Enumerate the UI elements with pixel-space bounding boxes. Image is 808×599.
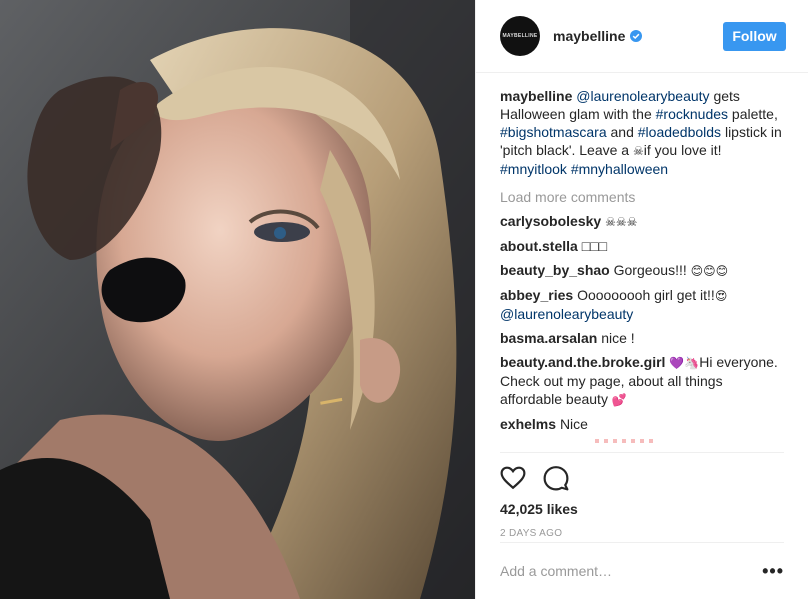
comment-item: beauty.and.the.broke.girl 💜🦄Hi everyone.…	[500, 353, 784, 409]
hashtag-link[interactable]: #bigshotmascara	[500, 124, 607, 140]
post-header: MAYBELLINE maybelline Follow	[476, 0, 808, 73]
comment-icon[interactable]	[543, 465, 569, 491]
comment-item: about.stella □□□	[500, 237, 784, 255]
comment-username[interactable]: about.stella	[500, 238, 578, 254]
username-wrap: maybelline	[553, 28, 723, 44]
caption-text: and	[606, 124, 638, 140]
comment-username[interactable]: exhelms	[500, 416, 556, 432]
caption-text: palette,	[728, 106, 778, 122]
partially-hidden-comment	[595, 439, 655, 443]
comment-item: beauty_by_shao Gorgeous!!! 😊😊😊	[500, 261, 784, 280]
comment-text: Nice	[559, 416, 588, 432]
heart-unicorn-emoji-icon: 💜🦄	[669, 356, 700, 370]
post-timestamp[interactable]: 2 DAYS AGO	[500, 528, 784, 539]
hearts-emoji-icon: 💕	[611, 393, 627, 407]
comments-section: maybelline @laurenolearybeauty gets Hall…	[476, 73, 808, 453]
avatar-logo-text: MAYBELLINE	[502, 33, 538, 39]
hashtag-link[interactable]: #loadedbolds	[638, 124, 721, 140]
more-options-icon[interactable]: •••	[762, 561, 784, 582]
post-side-panel: MAYBELLINE maybelline Follow maybelline …	[475, 0, 808, 599]
hashtag-link[interactable]: #mnyitlook	[500, 161, 567, 177]
comment-item: carlysobolesky ☠☠☠	[500, 212, 784, 231]
comment-username[interactable]: basma.arsalan	[500, 330, 597, 346]
heart-eyes-emoji-icon: 😍	[714, 289, 728, 303]
hashtag-link[interactable]: #rocknudes	[656, 106, 728, 122]
hashtag-link[interactable]: #mnyhalloween	[571, 161, 668, 177]
add-comment-input[interactable]	[500, 563, 763, 579]
post-actions: 42,025 likes 2 DAYS AGO	[500, 452, 784, 539]
load-more-comments-link[interactable]: Load more comments	[500, 188, 784, 206]
comment-text: ☠☠☠	[605, 215, 638, 229]
comment-username[interactable]: beauty_by_shao	[500, 262, 610, 278]
instagram-post: MAYBELLINE maybelline Follow maybelline …	[0, 0, 808, 599]
comment-username[interactable]: beauty.and.the.broke.girl	[500, 354, 665, 370]
caption: maybelline @laurenolearybeauty gets Hall…	[500, 87, 784, 178]
likes-count[interactable]: 42,025 likes	[500, 501, 784, 517]
smile-emoji-icon: 😊😊😊	[690, 264, 729, 278]
header-username[interactable]: maybelline	[553, 28, 625, 44]
verified-badge-icon	[630, 30, 643, 42]
caption-text: if you love it!	[643, 142, 722, 158]
comment-text: Ooooooooh girl get it!!	[577, 287, 715, 303]
follow-button[interactable]: Follow	[723, 21, 786, 51]
comment-item: abbey_ries Ooooooooh girl get it!!😍 @lau…	[500, 286, 784, 323]
caption-username[interactable]: maybelline	[500, 88, 572, 104]
avatar[interactable]: MAYBELLINE	[500, 16, 540, 56]
caption-mention[interactable]: @laurenolearybeauty	[576, 88, 709, 104]
comment-text: □□□	[581, 238, 608, 254]
comment-item: exhelms Nice	[500, 415, 784, 433]
heart-icon[interactable]	[500, 465, 526, 491]
comment-username[interactable]: abbey_ries	[500, 287, 573, 303]
skull-emoji-icon: ☠	[632, 144, 644, 158]
comment-text: nice !	[601, 330, 635, 346]
post-photo[interactable]	[0, 0, 475, 599]
comment-mention[interactable]: @laurenolearybeauty	[500, 306, 633, 322]
post-photo-illustration	[0, 0, 475, 599]
add-comment-bar: •••	[500, 542, 784, 599]
comment-text: Gorgeous!!!	[613, 262, 691, 278]
action-icons	[500, 465, 784, 491]
comment-username[interactable]: carlysobolesky	[500, 213, 601, 229]
comment-item: basma.arsalan nice !	[500, 329, 784, 347]
